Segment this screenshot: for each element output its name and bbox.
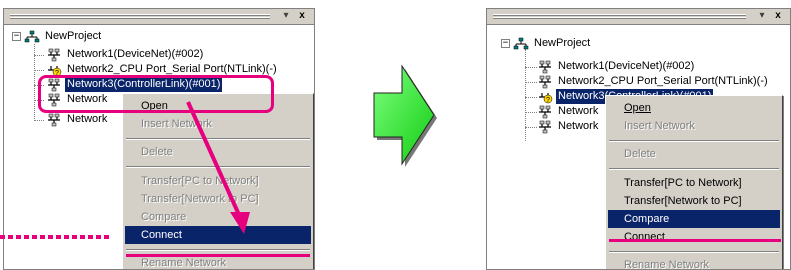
tree-node-network5[interactable]: Network	[46, 112, 109, 127]
tree-node-label: Network1(DeviceNet)(#002)	[67, 48, 204, 60]
menu-separator	[609, 168, 779, 170]
menu-separator	[126, 249, 310, 251]
menu-separator	[609, 140, 779, 142]
annotation-dotted-line	[0, 235, 112, 239]
titlebar-grip[interactable]	[493, 14, 746, 20]
menu-item-label: Delete	[624, 148, 656, 160]
tree-node-root[interactable]: − NewProject	[501, 36, 592, 51]
network-icon	[539, 105, 551, 118]
context-menu: Open Insert Network Delete Transfer[PC t…	[605, 95, 783, 270]
tree-node-label: Network	[67, 113, 108, 125]
menu-item-connect[interactable]: Connect	[125, 226, 311, 244]
close-icon[interactable]: x	[296, 11, 308, 22]
tree-node-network4[interactable]: Network	[537, 104, 600, 119]
menu-item-label: Transfer[PC to Network]	[624, 177, 742, 189]
tree-node-network1[interactable]: Network1(DeviceNet)(#002)	[46, 47, 205, 62]
menu-item-delete[interactable]: Delete	[608, 145, 780, 163]
dropdown-icon[interactable]: ▾	[756, 11, 768, 22]
tree-connector	[525, 82, 537, 83]
menu-item-rename-network[interactable]: Rename Network	[608, 256, 780, 270]
menu-item-label: Compare	[624, 213, 670, 225]
menu-item-open[interactable]: Open	[608, 99, 780, 117]
menu-item-label: Insert Network	[141, 118, 212, 130]
menu-item-compare[interactable]: Compare	[125, 208, 311, 226]
menu-item-transfer-pc-to-network[interactable]: Transfer[PC to Network]	[125, 172, 311, 190]
menu-item-label: Compare	[141, 211, 187, 223]
network-icon	[539, 120, 551, 133]
network-warning-icon: ?	[539, 92, 553, 104]
tree-node-root[interactable]: − NewProject	[12, 29, 103, 44]
close-icon[interactable]: x	[772, 11, 784, 22]
highlight-underline	[126, 254, 310, 257]
tree-connector	[34, 55, 44, 56]
menu-separator	[126, 138, 310, 140]
titlebar-grip[interactable]	[10, 14, 270, 20]
tree-node-network2[interactable]: Network2_CPU Port_Serial Port(NTLink)(-)	[537, 74, 770, 89]
tree-connector	[525, 127, 537, 128]
network-icon	[539, 75, 551, 88]
panel-titlebar: ▾ x	[4, 9, 314, 25]
menu-item-transfer-network-to-pc[interactable]: Transfer[Network to PC]	[608, 192, 780, 210]
tree-connector	[525, 97, 537, 98]
tree-node-label: Network	[558, 105, 599, 117]
menu-item-insert-network[interactable]: Insert Network	[125, 115, 311, 133]
tree-connector	[34, 120, 44, 121]
menu-separator	[609, 251, 779, 253]
menu-item-connect[interactable]: Connect	[608, 228, 780, 246]
tree-connector	[34, 70, 44, 71]
collapse-icon[interactable]: −	[501, 39, 510, 48]
menu-item-label: Transfer[Network to PC]	[141, 193, 259, 205]
menu-item-compare[interactable]: Compare	[608, 210, 780, 228]
network-icon	[48, 48, 60, 61]
menu-item-label: Delete	[141, 146, 173, 158]
network-icon	[48, 113, 60, 126]
left-tree-panel: ▾ x − NewProject Network1(DeviceNet)(#00…	[3, 8, 315, 270]
menu-item-label: Transfer[Network to PC]	[624, 195, 742, 207]
panel-titlebar: ▾ x	[487, 9, 790, 25]
project-network-icon	[24, 30, 40, 42]
tree-node-label: Network	[558, 120, 599, 132]
menu-item-insert-network[interactable]: Insert Network	[608, 117, 780, 135]
menu-item-label: Open	[624, 102, 651, 114]
menu-item-label: Insert Network	[624, 120, 695, 132]
tree-node-network1[interactable]: Network1(DeviceNet)(#002)	[537, 59, 696, 74]
dropdown-icon[interactable]: ▾	[280, 11, 292, 22]
tree-node-label: NewProject	[45, 30, 102, 42]
tree-node-network5[interactable]: Network	[537, 119, 600, 134]
menu-item-transfer-pc-to-network[interactable]: Transfer[PC to Network]	[608, 174, 780, 192]
menu-separator	[126, 166, 310, 168]
network-icon	[539, 60, 551, 73]
tree-node-label: Network2_CPU Port_Serial Port(NTLink)(-)	[558, 75, 768, 87]
menu-item-label: Rename Network	[141, 257, 226, 269]
highlight-callout	[38, 75, 274, 113]
tree-node-label: Network1(DeviceNet)(#002)	[558, 60, 695, 72]
highlight-underline	[609, 239, 781, 242]
menu-item-label: Transfer[PC to Network]	[141, 175, 259, 187]
tree-connector	[525, 112, 537, 113]
context-menu: Open Insert Network Delete Transfer[PC t…	[122, 93, 314, 269]
right-tree-panel: ▾ x − NewProject Network1(DeviceNet)(#00…	[486, 8, 791, 270]
menu-item-delete[interactable]: Delete	[125, 143, 311, 161]
tree-node-label: NewProject	[534, 37, 591, 49]
right-arrow-icon	[373, 64, 437, 167]
menu-item-label: Rename Network	[624, 259, 709, 270]
menu-item-transfer-network-to-pc[interactable]: Transfer[Network to PC]	[125, 190, 311, 208]
project-network-icon	[513, 37, 529, 49]
svg-text:?: ?	[546, 97, 550, 104]
collapse-icon[interactable]: −	[12, 32, 21, 41]
menu-item-label: Connect	[141, 229, 182, 241]
tree-connector	[525, 67, 537, 68]
